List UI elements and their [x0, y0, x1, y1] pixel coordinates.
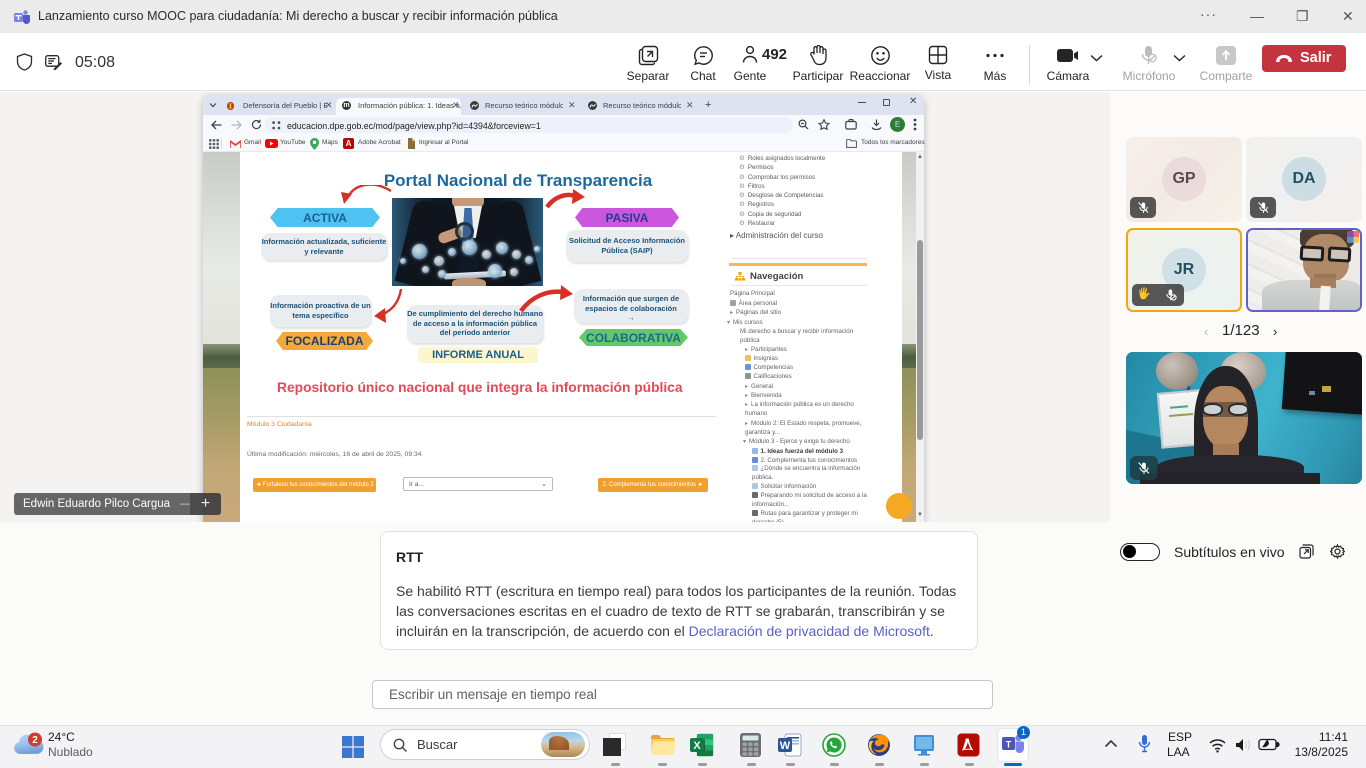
- svg-text:X: X: [693, 740, 701, 752]
- svg-text:T: T: [1006, 740, 1012, 750]
- svg-text:W: W: [780, 740, 791, 752]
- svg-text:2: 2: [32, 735, 38, 746]
